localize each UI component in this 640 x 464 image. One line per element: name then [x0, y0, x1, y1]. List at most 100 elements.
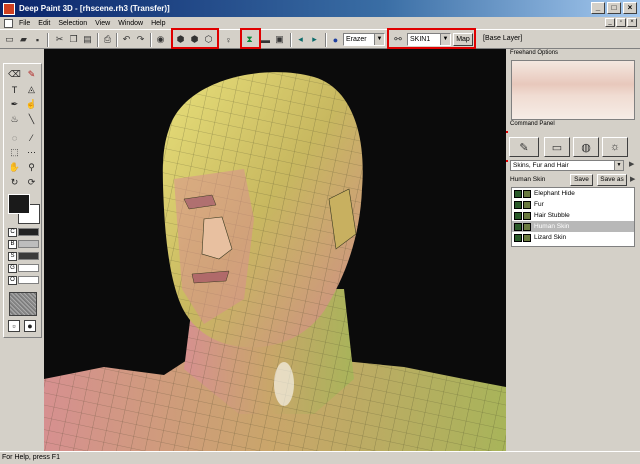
doc-restore-button[interactable]: ▫	[616, 18, 626, 27]
preset-list: Elephant Hide Fur Hair Stubble Human Ski…	[511, 187, 635, 247]
undo-icon[interactable]: ↶	[120, 33, 133, 46]
command-panel-title: Command Panel	[510, 121, 555, 127]
preset-icon	[514, 189, 522, 198]
channel-o-label[interactable]: O	[8, 275, 17, 285]
menu-help[interactable]: Help	[151, 20, 165, 27]
save-as-button[interactable]: Save as	[597, 174, 627, 186]
play-icon[interactable]: ▶	[630, 175, 635, 183]
preset-thumb-icon	[523, 233, 531, 242]
main-toolbar: ▭ ▰ ▪ ✂ ❐ ▤ ⎙ ↶ ↷ ◉ ⬢ ⬢ ⬡ ♀ ⧗ ▬ ▣ ◂ ▸ ● …	[0, 29, 640, 49]
foreground-color-swatch[interactable]	[8, 194, 30, 214]
magic-wand-icon[interactable]: ⋯	[23, 145, 40, 160]
text-tool-icon[interactable]: T	[6, 82, 23, 97]
stamp-icon[interactable]: ♨	[6, 112, 23, 127]
channel-g-swatch[interactable]	[18, 264, 39, 272]
rotate-icon[interactable]: ↻	[6, 175, 23, 190]
tab-brushes[interactable]: ✎	[509, 137, 539, 157]
pin-icon[interactable]: ♀	[222, 33, 235, 46]
document-icon[interactable]	[4, 18, 13, 28]
right-panel: Freehand Options Command Panel ✎ ▭ ◍ ☼ S…	[508, 49, 640, 451]
list-item[interactable]: Lizard Skin	[512, 232, 634, 243]
list-item-label: Fur	[534, 201, 544, 208]
tab-tools[interactable]: ▭	[544, 137, 570, 157]
3d-viewport[interactable]	[44, 49, 506, 451]
play-icon[interactable]: ▶	[629, 160, 634, 168]
list-item-selected[interactable]: Human Skin	[512, 221, 634, 232]
brush-tool-icon[interactable]: ●	[329, 33, 342, 46]
menu-selection[interactable]: Selection	[58, 20, 87, 27]
lasso-icon[interactable]: ◌	[6, 130, 23, 145]
brush-preview[interactable]	[511, 60, 635, 120]
paste-icon[interactable]: ▤	[81, 33, 94, 46]
channel-s-swatch[interactable]	[18, 252, 39, 260]
save-button[interactable]: Save	[570, 174, 593, 186]
doc-close-button[interactable]: ×	[627, 18, 637, 27]
preset-icon	[514, 200, 522, 209]
menu-view[interactable]: View	[95, 20, 110, 27]
print-icon[interactable]: ⎙	[101, 33, 114, 46]
menu-window[interactable]: Window	[118, 20, 143, 27]
doc-minimize-button[interactable]: _	[605, 18, 615, 27]
new-file-icon[interactable]: ▭	[3, 33, 16, 46]
smudge-icon[interactable]: ☝	[23, 97, 40, 112]
arrow-left-icon[interactable]: ◂	[294, 33, 307, 46]
preset-thumb-icon	[523, 211, 531, 220]
zoom-icon[interactable]: ⚲	[23, 160, 40, 175]
window-title: Deep Paint 3D - [rhscene.rh3 (Transfer)]	[19, 4, 170, 13]
arrow-right-icon[interactable]: ▸	[308, 33, 321, 46]
preset-thumb-icon	[523, 222, 531, 231]
channel-o-swatch[interactable]	[18, 276, 39, 284]
selected-preset-label: Human Skin	[510, 176, 546, 183]
annotation-box-1	[171, 28, 219, 49]
brush-icon[interactable]: ✎	[23, 67, 40, 82]
maximize-button[interactable]: □	[607, 2, 621, 14]
chevron-down-icon[interactable]: ▼	[374, 34, 384, 45]
channel-c-swatch[interactable]	[18, 228, 39, 236]
preset-thumb-icon	[523, 189, 531, 198]
channel-b-label[interactable]: B	[8, 239, 17, 249]
title-bar: Deep Paint 3D - [rhscene.rh3 (Transfer)]…	[0, 0, 640, 17]
fill-bucket-icon[interactable]: ◬	[23, 82, 40, 97]
redo-icon[interactable]: ↷	[134, 33, 147, 46]
channel-b-swatch[interactable]	[18, 240, 39, 248]
open-file-icon[interactable]: ▰	[17, 33, 30, 46]
copy-icon[interactable]: ❐	[67, 33, 80, 46]
texture-preview[interactable]	[9, 292, 37, 316]
chevron-down-icon[interactable]: ▼	[614, 161, 623, 170]
save-icon[interactable]: ▪	[31, 33, 44, 46]
channel-c-label[interactable]: C	[8, 227, 17, 237]
menu-file[interactable]: File	[19, 20, 30, 27]
list-item[interactable]: Elephant Hide	[512, 188, 634, 199]
category-select[interactable]: Skins, Fur and Hair ▼	[510, 160, 624, 171]
tab-materials[interactable]: ◍	[573, 137, 599, 157]
list-item[interactable]: Hair Stubble	[512, 210, 634, 221]
pen-icon[interactable]: ✒	[6, 97, 23, 112]
tab-lights[interactable]: ☼	[602, 137, 628, 157]
category-select-value: Skins, Fur and Hair	[513, 162, 569, 169]
close-button[interactable]: ×	[623, 2, 637, 14]
menu-edit[interactable]: Edit	[38, 20, 50, 27]
tool-select[interactable]: Erazer ▼	[343, 33, 385, 46]
eye-icon[interactable]: ◉	[154, 33, 167, 46]
eraser-icon[interactable]: ⌫	[6, 67, 23, 82]
list-item[interactable]: Fur	[512, 199, 634, 210]
eyedropper-icon[interactable]: ⁄	[23, 130, 40, 145]
freehand-options-title: Freehand Options	[510, 50, 559, 56]
channel-s-label[interactable]: S	[8, 251, 17, 261]
minimize-button[interactable]: _	[591, 2, 605, 14]
orbit-icon[interactable]: ⟳	[23, 175, 40, 190]
mask-off-icon[interactable]: ▫	[8, 320, 20, 332]
mask-on-icon[interactable]: ●	[24, 320, 36, 332]
image-view-icon[interactable]: ▣	[273, 33, 286, 46]
line-icon[interactable]: ╲	[23, 112, 40, 127]
channel-g-label[interactable]: G	[8, 263, 17, 273]
cut-icon[interactable]: ✂	[53, 33, 66, 46]
list-item-label: Hair Stubble	[534, 212, 570, 219]
panel-empty-area	[508, 293, 640, 451]
app-icon[interactable]	[3, 2, 15, 15]
preset-icon	[514, 233, 522, 242]
hand-icon[interactable]: ✋	[6, 160, 23, 175]
menu-bar: File Edit Selection View Window Help _ ▫…	[0, 17, 640, 29]
marquee-icon[interactable]: ⬚	[6, 145, 23, 160]
tool-select-value: Erazer	[346, 36, 367, 43]
